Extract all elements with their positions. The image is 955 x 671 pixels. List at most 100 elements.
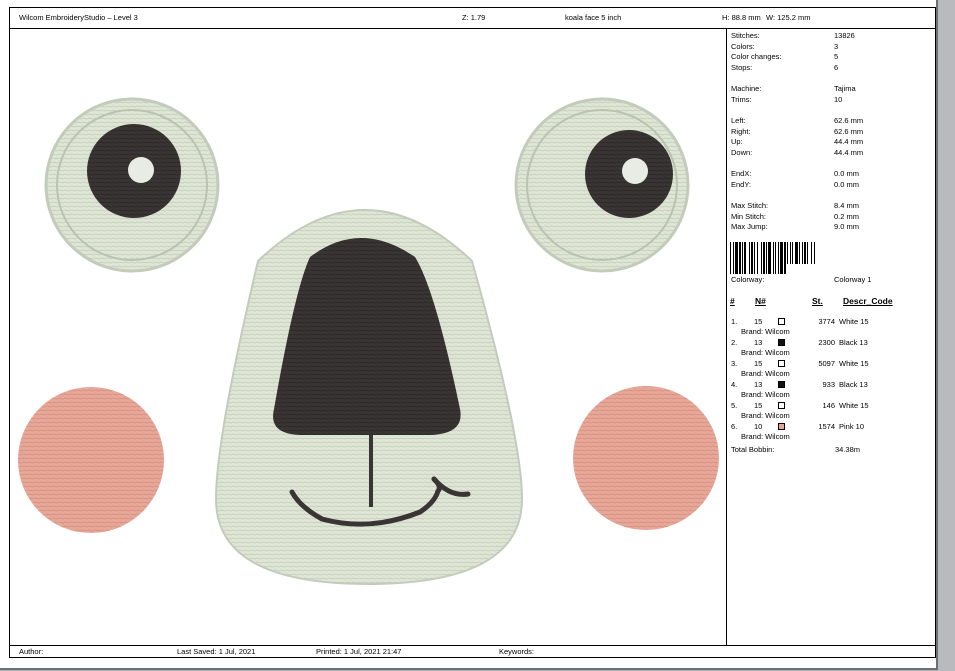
row-stitches: 146: [822, 401, 835, 410]
header-design-name: koala face 5 inch: [565, 13, 622, 22]
stat-value: 9.0 mm: [834, 222, 860, 231]
footer-keywords: Keywords:: [499, 647, 535, 656]
row-stitches: 2300: [818, 338, 835, 347]
stat-value: 8.4 mm: [834, 201, 860, 210]
row-stitches: 1574: [818, 422, 835, 431]
stat-value: 44.4 mm: [834, 148, 864, 157]
barcode-bar: [739, 242, 741, 274]
stat-value: 44.4 mm: [834, 137, 864, 146]
barcode-bar: [742, 242, 743, 274]
row-brand: Brand: Wilcom: [741, 411, 790, 420]
row-needle: 15: [754, 359, 763, 368]
footer-divider: [9, 645, 936, 646]
barcode-bar: [804, 242, 806, 264]
col-header-index: #: [730, 296, 735, 306]
row-description: Black 13: [839, 338, 868, 347]
stat-label: Max Stitch:: [731, 201, 769, 210]
row-brand: Brand: Wilcom: [741, 432, 790, 441]
stat-label: Trims:: [731, 95, 752, 104]
stat-label: Stops:: [731, 63, 753, 72]
right-cheek: [573, 386, 719, 530]
stat-label: Max Jump:: [731, 222, 768, 231]
barcode-bar: [730, 242, 731, 274]
stat-value: 6: [834, 63, 839, 72]
embroidery-design-preview: [18, 97, 719, 586]
window-scrollbar[interactable]: [938, 0, 955, 671]
row-description: Pink 10: [839, 422, 865, 431]
barcode-bar: [744, 242, 746, 274]
barcode-bar: [733, 242, 734, 274]
header-width: W: 125.2 mm: [766, 13, 811, 22]
stat-value: 3: [834, 42, 839, 51]
left-eye: [44, 97, 220, 273]
row-index: 4.: [731, 380, 738, 389]
stat-label: Machine:: [731, 84, 762, 93]
row-brand: Brand: Wilcom: [741, 390, 790, 399]
header-zoom: Z: 1.79: [462, 13, 486, 22]
stat-label: Down:: [731, 148, 753, 157]
stat-value: Tajima: [834, 84, 856, 93]
row-stitches: 3774: [818, 317, 835, 326]
color-swatch: [778, 381, 785, 388]
panel-divider: [726, 28, 727, 645]
row-needle: 10: [754, 422, 763, 431]
stat-value: 5: [834, 52, 839, 61]
stat-label: Colors:: [731, 42, 755, 51]
colorway-label: Colorway:: [731, 275, 765, 284]
barcode-bar: [768, 242, 771, 274]
stat-value: 13826: [834, 31, 855, 40]
color-swatch: [778, 339, 785, 346]
barcode-bar: [787, 242, 788, 264]
barcode-bar: [773, 242, 774, 274]
row-brand: Brand: Wilcom: [741, 348, 790, 357]
footer-last-saved: Last Saved: 1 Jul, 2021: [177, 647, 256, 656]
barcode: [730, 242, 815, 274]
stat-value: 10: [834, 95, 843, 104]
row-index: 2.: [731, 338, 738, 347]
row-index: 3.: [731, 359, 738, 368]
col-header-stitches: St.: [812, 296, 823, 306]
stat-label: EndY:: [731, 180, 752, 189]
barcode-bar: [784, 242, 786, 274]
right-eye: [514, 97, 690, 273]
stat-value: 0.2 mm: [834, 212, 860, 221]
row-description: White 15: [839, 401, 869, 410]
barcode-bar: [749, 242, 750, 274]
left-cheek: [18, 387, 164, 533]
barcode-bar: [811, 242, 812, 264]
footer-printed: Printed: 1 Jul, 2021 21:47: [316, 647, 402, 656]
barcode-bar: [763, 242, 765, 274]
stat-label: Up:: [731, 137, 743, 146]
barcode-bar: [799, 242, 800, 264]
stat-label: EndX:: [731, 169, 752, 178]
barcode-bar: [761, 242, 762, 274]
row-brand: Brand: Wilcom: [741, 327, 790, 336]
row-index: 5.: [731, 401, 738, 410]
row-stitches: 933: [822, 380, 835, 389]
print-preview-page: Wilcom EmbroideryStudio – Level 3 Z: 1.7…: [0, 0, 938, 670]
barcode-bar: [775, 242, 776, 274]
row-needle: 13: [754, 338, 763, 347]
stat-label: Stitches:: [731, 31, 760, 40]
col-header-descr: Descr_Code: [843, 296, 893, 306]
row-needle: 15: [754, 401, 763, 410]
barcode-bar: [757, 242, 758, 274]
row-needle: 15: [754, 317, 763, 326]
row-description: White 15: [839, 359, 869, 368]
barcode-bar: [795, 242, 798, 264]
total-bobbin-value: 34.38m: [835, 445, 861, 454]
row-index: 6.: [731, 422, 738, 431]
barcode-bar: [807, 242, 808, 264]
stat-label: Left:: [731, 116, 746, 125]
color-swatch: [778, 423, 785, 430]
barcode-bar: [754, 242, 755, 274]
stat-value: 62.6 mm: [834, 127, 864, 136]
stat-value: 0.0 mm: [834, 169, 860, 178]
barcode-bar: [751, 242, 753, 274]
barcode-bar: [792, 242, 793, 264]
row-description: Black 13: [839, 380, 868, 389]
stat-value: 62.6 mm: [834, 116, 864, 125]
header-title: Wilcom EmbroideryStudio – Level 3: [19, 13, 138, 22]
colorway-value: Colorway 1: [834, 275, 872, 284]
stat-value: 0.0 mm: [834, 180, 860, 189]
